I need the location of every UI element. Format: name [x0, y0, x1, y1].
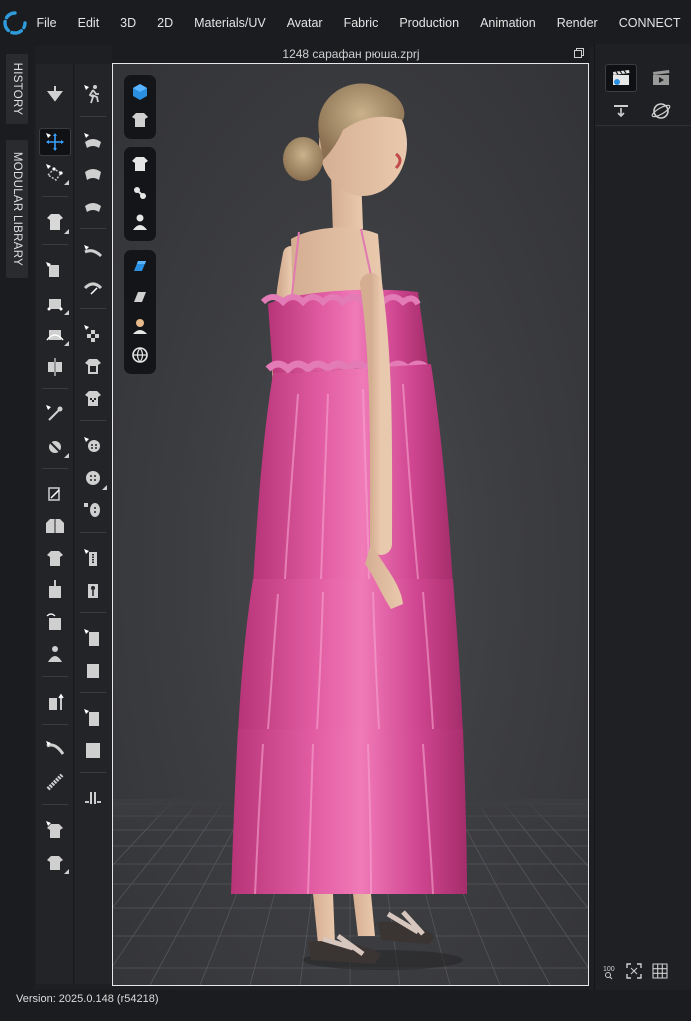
puckering2-icon[interactable] [77, 656, 109, 684]
check-icon[interactable] [77, 352, 109, 380]
avatar-pose-icon[interactable] [128, 182, 152, 206]
sew-icon[interactable] [77, 240, 109, 268]
check2-icon[interactable] [77, 384, 109, 412]
menu-avatar[interactable]: Avatar [276, 16, 333, 30]
jacket-icon[interactable] [39, 512, 71, 540]
fabric-piece2-icon[interactable] [77, 736, 109, 764]
menu-bar: File Edit 3D 2D Materials/UV Avatar Fabr… [0, 0, 691, 46]
zipper-icon[interactable] [77, 544, 109, 572]
avatar-model [231, 83, 467, 970]
download-icon[interactable] [605, 97, 637, 125]
fabric-icon[interactable] [39, 576, 71, 604]
side-tabs: HISTORY MODULAR LIBRARY [0, 46, 34, 990]
menu-3d[interactable]: 3D [110, 16, 147, 30]
shirt-icon[interactable] [39, 816, 71, 844]
grid-icon[interactable] [651, 962, 669, 980]
avatar-icon[interactable] [39, 640, 71, 668]
lock-button-icon[interactable] [77, 496, 109, 524]
tab-modular-library-label: MODULAR LIBRARY [11, 151, 23, 267]
right-panel: 100 [594, 44, 691, 990]
sew2-icon[interactable] [77, 272, 109, 300]
transform-pattern-icon[interactable] [39, 159, 71, 187]
fabric-icon[interactable] [128, 255, 152, 279]
simulate-icon[interactable] [77, 128, 109, 156]
version-text: Version: 2025.0.148 (r54218) [16, 993, 159, 1005]
surface-icon[interactable] [128, 285, 152, 309]
tool-column-right [75, 64, 111, 984]
fit-icon[interactable] [625, 962, 643, 980]
simulate2-icon[interactable] [77, 160, 109, 188]
walk-icon[interactable] [77, 80, 109, 108]
garment-display-icon[interactable] [128, 108, 152, 132]
clo-logo-icon[interactable] [0, 0, 30, 46]
3d-cube-icon[interactable] [128, 80, 152, 104]
tshirt-icon[interactable] [39, 544, 71, 572]
zip-icon[interactable] [39, 768, 71, 796]
simulate3-icon[interactable] [77, 192, 109, 220]
orbit-icon[interactable] [645, 97, 677, 125]
segment-icon[interactable] [39, 257, 71, 285]
svg-text:100: 100 [603, 966, 615, 973]
tab-history[interactable]: HISTORY [6, 54, 28, 124]
tool-column-left [36, 64, 74, 984]
fold-arrange-icon[interactable] [77, 784, 109, 812]
button2-icon[interactable] [77, 464, 109, 492]
menu-connect[interactable]: CONNECT [608, 16, 691, 30]
viewport-toolbar-render [124, 250, 156, 374]
checker-icon[interactable] [77, 320, 109, 348]
puckering-icon[interactable] [77, 624, 109, 652]
globe-icon[interactable] [128, 343, 152, 367]
tape-icon[interactable] [39, 736, 71, 764]
avatar-skin-icon[interactable] [128, 314, 152, 338]
3d-viewport[interactable] [112, 63, 589, 986]
button-icon[interactable] [77, 432, 109, 460]
symmetry-icon[interactable] [39, 352, 71, 380]
fabric-piece-icon[interactable] [77, 704, 109, 732]
pin-icon[interactable] [39, 400, 71, 428]
select-move-icon[interactable] [39, 128, 71, 156]
menu-production[interactable]: Production [389, 16, 470, 30]
tab-modular-library[interactable]: MODULAR LIBRARY [6, 140, 28, 278]
menu-edit[interactable]: Edit [67, 16, 110, 30]
shirt-small-icon[interactable] [39, 848, 71, 876]
tab-history-label: HISTORY [11, 62, 23, 116]
fold-icon[interactable] [39, 432, 71, 460]
zoom-100-icon[interactable]: 100 [603, 962, 621, 980]
video-icon[interactable] [645, 64, 677, 92]
tshirt-icon[interactable] [128, 152, 152, 176]
curve-icon[interactable] [39, 320, 71, 348]
avatar-icon[interactable] [128, 210, 152, 234]
menu-materials-uv[interactable]: Materials/UV [184, 16, 277, 30]
grading-icon[interactable] [39, 608, 71, 636]
cut-icon[interactable] [39, 480, 71, 508]
status-bar: Version: 2025.0.148 (r54218) [0, 990, 691, 1021]
menu-fabric[interactable]: Fabric [333, 16, 389, 30]
menu-file[interactable]: File [30, 16, 67, 30]
garment-icon[interactable] [39, 208, 71, 236]
menu-animation[interactable]: Animation [470, 16, 547, 30]
pattern-icon[interactable] [39, 289, 71, 317]
window-restore-icon[interactable] [574, 48, 584, 58]
clapperboard-icon[interactable] [605, 64, 637, 92]
menu-2d[interactable]: 2D [147, 16, 184, 30]
zipper2-icon[interactable] [77, 576, 109, 604]
viewport-toolbar-avatar [124, 147, 156, 241]
viewport-toolbar-display [124, 75, 156, 139]
shuffle-icon[interactable] [39, 688, 71, 716]
menu-render[interactable]: Render [546, 16, 608, 30]
file-title: 1248 сарафан рюша.zprj [282, 46, 420, 61]
arrow-down-icon[interactable] [39, 80, 71, 108]
file-title-bar: 1248 сарафан рюша.zprj [112, 44, 590, 63]
